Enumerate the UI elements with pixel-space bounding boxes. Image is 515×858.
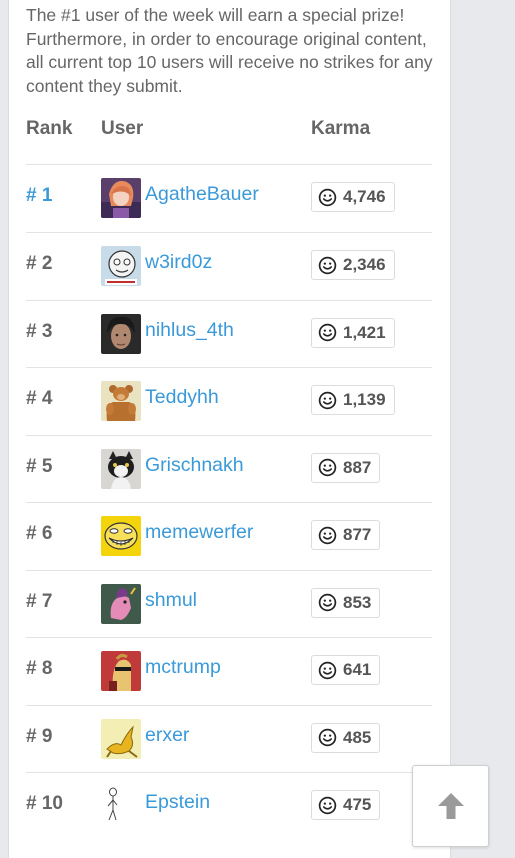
yellow-kangaroo-avatar[interactable]	[101, 718, 141, 759]
smiley-icon	[318, 323, 337, 342]
leaderboard-row: # 7 shmul 853	[26, 570, 432, 638]
rank-label: # 3	[26, 320, 53, 342]
username-link[interactable]: memewerfer	[145, 521, 253, 544]
smiley-icon	[318, 593, 337, 612]
username-link[interactable]: Epstein	[145, 791, 210, 814]
karma-badge: 475	[311, 790, 381, 820]
karma-value: 1,421	[343, 322, 386, 342]
karma-column-header: Karma	[311, 118, 371, 139]
username-link[interactable]: mctrump	[145, 656, 221, 679]
karma-badge: 1,139	[311, 385, 395, 415]
karma-value: 877	[343, 525, 372, 544]
karma-badge: 877	[311, 520, 381, 550]
rank-label: # 8	[26, 658, 53, 679]
karma-badge: 853	[311, 587, 381, 618]
username-link[interactable]: erxer	[145, 724, 189, 747]
leaderboard-row: # 6 memewerfer 877	[26, 502, 432, 571]
leaderboard-panel: The #1 user of the week will earn a spec…	[8, 0, 451, 858]
karma-value: 641	[343, 660, 372, 679]
smiley-icon	[318, 391, 337, 409]
rank-label: # 10	[26, 793, 63, 814]
rank-label: # 4	[26, 388, 53, 409]
leaderboard-intro-text: The #1 user of the week will earn a spec…	[26, 5, 433, 96]
leaderboard-row: # 8 mctrump 641	[26, 637, 432, 706]
rank-column-header: Rank	[26, 118, 73, 139]
karma-badge: 2,346	[311, 250, 395, 280]
karma-badge: 485	[311, 722, 381, 753]
rank-label: # 6	[26, 523, 53, 544]
smiley-icon	[318, 661, 337, 679]
pink-pony-avatar[interactable]	[101, 583, 141, 624]
leaderboard-row: # 10 Epstein 475	[26, 772, 432, 840]
arrow-up-icon	[437, 793, 464, 819]
rank-label: # 5	[26, 455, 53, 477]
cartoon-face-avatar[interactable]	[101, 246, 141, 286]
username-link[interactable]: nihlus_4th	[145, 319, 234, 342]
leaderboard-row: # 9 erxer 485	[26, 705, 432, 773]
user-column-header: User	[101, 118, 144, 139]
karma-badge: 1,421	[311, 317, 395, 348]
rank-label: # 1	[26, 185, 53, 206]
username-link[interactable]: w3ird0z	[145, 251, 212, 274]
cat-avatar[interactable]	[101, 448, 141, 489]
leaderboard-row: # 5 Grischnakh 887	[26, 435, 432, 503]
karma-value: 887	[343, 457, 372, 477]
smiley-icon	[318, 458, 337, 477]
rank-label: # 2	[26, 253, 53, 274]
smiley-icon	[318, 728, 337, 747]
muscular-teddy-bear-avatar[interactable]	[101, 381, 141, 421]
karma-badge: 887	[311, 452, 381, 483]
rank-label: # 9	[26, 725, 53, 747]
karma-badge: 4,746	[311, 182, 395, 212]
rank-label: # 7	[26, 590, 53, 612]
stick-figure-avatar[interactable]	[101, 786, 141, 826]
username-link[interactable]: shmul	[145, 589, 197, 612]
smiley-icon	[318, 256, 337, 274]
trollface-avatar[interactable]	[101, 516, 141, 556]
karma-value: 475	[343, 795, 372, 814]
smiley-icon	[318, 188, 337, 206]
smiley-icon	[318, 796, 337, 814]
karma-value: 485	[343, 727, 372, 747]
anime-character-avatar[interactable]	[101, 178, 141, 218]
sunglasses-horse-avatar[interactable]	[101, 651, 141, 691]
username-link[interactable]: AgatheBauer	[145, 183, 259, 206]
username-link[interactable]: Grischnakh	[145, 454, 244, 477]
smiley-icon	[318, 526, 337, 544]
leaderboard-header-row: Rank User Karma	[26, 118, 432, 165]
karma-value: 4,746	[343, 187, 386, 206]
leaderboard-row: # 2 w3ird0z 2,346	[26, 232, 432, 301]
karma-badge: 641	[311, 655, 381, 685]
karma-value: 2,346	[343, 255, 386, 274]
leaderboard-row: # 4 Teddyhh 1,139	[26, 367, 432, 436]
username-link[interactable]: Teddyhh	[145, 386, 219, 409]
karma-value: 1,139	[343, 390, 386, 409]
leaderboard-row: # 3 nihlus_4th 1,421	[26, 300, 432, 368]
scroll-to-top-button[interactable]	[412, 765, 489, 847]
dark-hair-man-avatar[interactable]	[101, 313, 141, 354]
karma-value: 853	[343, 592, 372, 612]
leaderboard-row: # 1 AgatheBauer 4,746	[26, 164, 432, 233]
